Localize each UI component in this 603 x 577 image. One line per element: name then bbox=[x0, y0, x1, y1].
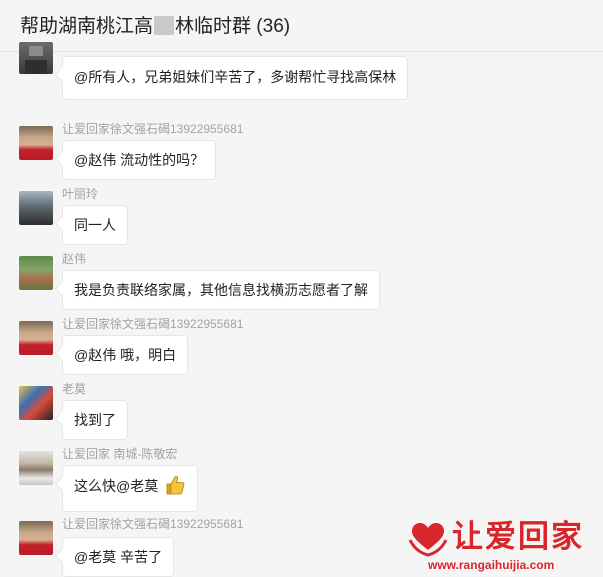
message-text: @老莫 辛苦了 bbox=[74, 549, 163, 565]
chat-title-prefix: 帮助湖南桃江高 bbox=[20, 16, 154, 37]
avatar[interactable] bbox=[19, 521, 53, 555]
avatar[interactable] bbox=[19, 451, 53, 485]
message-text: @所有人，兄弟姐妹们辛苦了，多谢帮忙寻找高保林 bbox=[74, 69, 397, 85]
sender-name: 让爱回家徐文强石碣13922955681 bbox=[62, 317, 244, 331]
thumbs-up-icon bbox=[164, 474, 186, 501]
chat-title: 帮助湖南桃江高 林临时群 (36) bbox=[20, 16, 290, 38]
avatar[interactable] bbox=[19, 256, 53, 290]
watermark-logo: 让爱回家 www.rangaihuijia.com bbox=[404, 518, 600, 576]
message-bubble[interactable]: 同一人 bbox=[62, 205, 128, 245]
sender-name: 让爱回家徐文强石碣13922955681 bbox=[62, 122, 244, 136]
sender-name: 老莫 bbox=[62, 382, 87, 396]
message-text: @赵伟 流动性的吗？ bbox=[74, 152, 205, 168]
sender-name: 让爱回家徐文强石碣13922955681 bbox=[62, 517, 244, 531]
sender-name: 让爱回家 南城-陈敬宏 bbox=[62, 447, 178, 461]
watermark-brand: 让爱回家 bbox=[452, 519, 584, 555]
message-bubble[interactable]: 这么快@老莫 bbox=[62, 465, 199, 512]
message-bubble[interactable]: @所有人，兄弟姐妹们辛苦了，多谢帮忙寻找高保林 bbox=[62, 56, 409, 100]
sender-name: 赵伟 bbox=[62, 252, 87, 266]
message-bubble[interactable]: 找到了 bbox=[62, 400, 128, 440]
chat-window: 帮助湖南桃江高 林临时群 (36) @所有人，兄弟姐妹们辛苦了，多谢帮忙寻找高保林… bbox=[0, 0, 603, 577]
sender-name: 叶丽玲 bbox=[62, 187, 99, 201]
message-text: 我是负责联络家属，其他信息找横沥志愿者了解 bbox=[74, 282, 368, 298]
heart-hands-icon bbox=[408, 520, 448, 563]
chat-title-suffix: 林临时群 (36) bbox=[175, 16, 291, 37]
message-bubble[interactable]: @赵伟 流动性的吗？ bbox=[62, 140, 217, 180]
message-bubble[interactable]: @老莫 辛苦了 bbox=[62, 537, 175, 577]
message-bubble[interactable]: 我是负责联络家属，其他信息找横沥志愿者了解 bbox=[62, 270, 380, 310]
message-text: @赵伟 哦，明白 bbox=[74, 347, 177, 363]
title-bar: 帮助湖南桃江高 林临时群 (36) bbox=[0, 0, 603, 52]
message-bubble[interactable]: @赵伟 哦，明白 bbox=[62, 335, 189, 375]
message-text: 同一人 bbox=[74, 217, 116, 233]
avatar[interactable] bbox=[19, 42, 53, 74]
avatar[interactable] bbox=[19, 386, 53, 420]
avatar[interactable] bbox=[19, 191, 53, 225]
avatar[interactable] bbox=[19, 321, 53, 355]
redaction-mask bbox=[154, 16, 175, 35]
message-text: 找到了 bbox=[74, 412, 116, 428]
message-text: 这么快@老莫 bbox=[74, 478, 159, 494]
avatar[interactable] bbox=[19, 126, 53, 160]
watermark-url: www.rangaihuijia.com bbox=[428, 558, 555, 572]
